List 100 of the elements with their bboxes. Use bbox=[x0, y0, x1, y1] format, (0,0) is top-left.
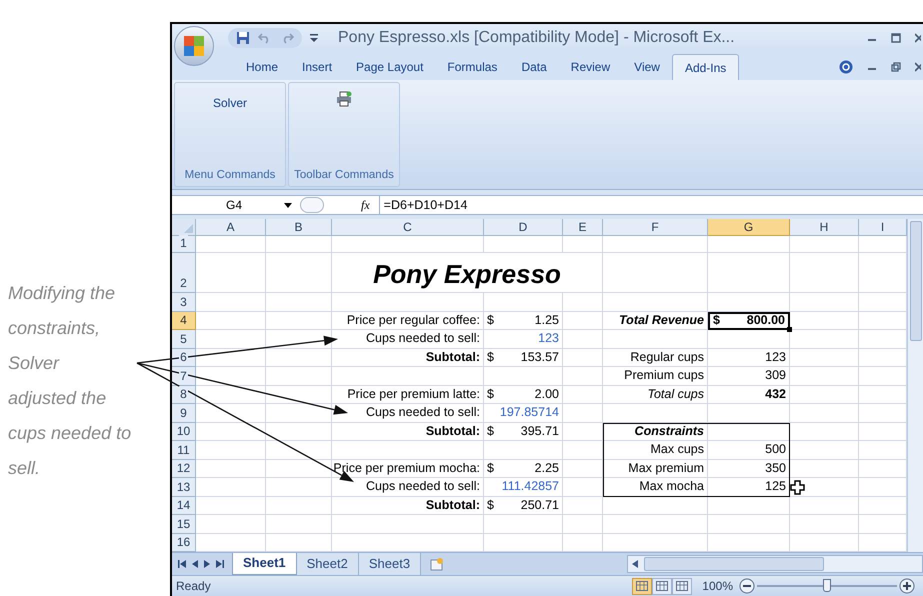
sheet-cell[interactable]: Pony Expresso bbox=[332, 253, 603, 293]
sheet-cell[interactable] bbox=[196, 441, 266, 460]
sheet-cell[interactable] bbox=[196, 404, 266, 422]
customize-dropdown-icon[interactable] bbox=[310, 33, 318, 43]
horizontal-scrollbar[interactable] bbox=[627, 555, 923, 573]
ribbon-tab[interactable]: Page Layout bbox=[344, 54, 436, 80]
sheet-cell[interactable] bbox=[790, 236, 859, 253]
sheet-cell[interactable] bbox=[484, 293, 563, 312]
restore-icon[interactable] bbox=[891, 62, 901, 72]
sheet-cell[interactable] bbox=[790, 386, 859, 404]
sheet-cell[interactable]: $ 395.71 bbox=[484, 422, 563, 441]
ribbon-tab[interactable]: Review bbox=[558, 54, 622, 80]
sheet-cell[interactable] bbox=[484, 367, 563, 386]
sheet-cell[interactable]: $ 800.00 bbox=[708, 312, 790, 330]
row-header[interactable]: 8 bbox=[172, 386, 196, 404]
sheet-cell[interactable] bbox=[332, 515, 484, 534]
sheet-cell[interactable] bbox=[603, 253, 708, 293]
row-header[interactable]: 2 bbox=[172, 253, 196, 293]
sheet-cell[interactable]: 432 bbox=[708, 386, 790, 404]
sheet-cell[interactable] bbox=[708, 496, 790, 515]
maximize-icon[interactable] bbox=[891, 33, 901, 43]
sheet-cell[interactable] bbox=[708, 253, 790, 293]
sheet-cell[interactable] bbox=[563, 404, 603, 422]
row-header[interactable]: 5 bbox=[172, 330, 196, 348]
sheet-cell[interactable] bbox=[266, 460, 332, 478]
printer-icon[interactable] bbox=[336, 91, 352, 107]
sheet-cell[interactable] bbox=[266, 441, 332, 460]
sheet-cell[interactable] bbox=[563, 293, 603, 312]
row-header[interactable]: 7 bbox=[172, 367, 196, 386]
sheet-cell[interactable] bbox=[563, 386, 603, 404]
ribbon-tab[interactable]: Add-Ins bbox=[672, 54, 740, 80]
sheet-cell[interactable] bbox=[563, 496, 603, 515]
column-header[interactable]: C bbox=[332, 219, 484, 236]
sheet-cell[interactable] bbox=[563, 330, 603, 348]
sheet-tab[interactable]: Sheet2 bbox=[296, 552, 359, 574]
sheet-cell[interactable] bbox=[708, 404, 790, 422]
sheet-cell[interactable]: $ 2.00 bbox=[484, 386, 563, 404]
sheet-cell[interactable] bbox=[708, 515, 790, 534]
sheet-cell[interactable]: $ 250.71 bbox=[484, 496, 563, 515]
zoom-in-icon[interactable] bbox=[899, 578, 915, 594]
sheet-cell[interactable] bbox=[484, 236, 563, 253]
sheet-cell[interactable] bbox=[266, 496, 332, 515]
column-header[interactable]: H bbox=[790, 219, 859, 236]
select-all-icon[interactable] bbox=[184, 224, 193, 233]
row-header[interactable]: 4 bbox=[172, 312, 196, 330]
scroll-left-icon[interactable] bbox=[632, 560, 638, 568]
sheet-cell[interactable] bbox=[196, 367, 266, 386]
sheet-tab[interactable]: Sheet1 bbox=[232, 552, 297, 574]
sheet-cell[interactable] bbox=[266, 478, 332, 496]
sheet-cell[interactable] bbox=[603, 404, 708, 422]
sheet-cell[interactable] bbox=[563, 312, 603, 330]
column-header[interactable]: D bbox=[484, 219, 563, 236]
sheet-cell[interactable] bbox=[266, 348, 332, 367]
solver-button[interactable]: Solver bbox=[208, 94, 251, 112]
row-header[interactable]: 1 bbox=[172, 236, 196, 253]
sheet-cell[interactable] bbox=[266, 312, 332, 330]
ribbon-tab[interactable]: Insert bbox=[290, 54, 344, 80]
sheet-cell[interactable] bbox=[790, 348, 859, 367]
sheet-cell[interactable] bbox=[790, 253, 859, 293]
row-header[interactable]: 14 bbox=[172, 496, 196, 515]
circle-button-icon[interactable] bbox=[300, 197, 324, 213]
name-box[interactable]: G4 bbox=[172, 196, 284, 214]
close-icon[interactable] bbox=[915, 62, 921, 72]
sheet-cell[interactable] bbox=[790, 496, 859, 515]
sheet-cell[interactable]: Cups needed to sell: bbox=[332, 330, 484, 348]
sheet-cell[interactable] bbox=[196, 386, 266, 404]
view-button[interactable] bbox=[672, 578, 692, 594]
sheet-cell[interactable]: 197.85714 bbox=[484, 404, 563, 422]
row-header[interactable]: 3 bbox=[172, 293, 196, 312]
sheet-cell[interactable] bbox=[790, 312, 859, 330]
sheet-cell[interactable]: Constraints bbox=[603, 422, 708, 441]
sheet-cell[interactable] bbox=[708, 330, 790, 348]
sheet-cell[interactable] bbox=[266, 253, 332, 293]
sheet-cell[interactable] bbox=[790, 441, 859, 460]
vertical-scrollbar[interactable] bbox=[907, 219, 923, 552]
sheet-cell[interactable] bbox=[196, 293, 266, 312]
sheet-cell[interactable] bbox=[266, 404, 332, 422]
sheet-cell[interactable] bbox=[266, 367, 332, 386]
sheet-cell[interactable] bbox=[332, 236, 484, 253]
sheet-cell[interactable] bbox=[563, 348, 603, 367]
sheet-cell[interactable] bbox=[332, 441, 484, 460]
sheet-cell[interactable] bbox=[196, 236, 266, 253]
sheet-cell[interactable] bbox=[563, 441, 603, 460]
sheet-cell[interactable] bbox=[603, 330, 708, 348]
sheet-cell[interactable]: $ 153.57 bbox=[484, 348, 563, 367]
sheet-cell[interactable] bbox=[266, 236, 332, 253]
sheet-cell[interactable] bbox=[196, 515, 266, 534]
sheet-cell[interactable] bbox=[790, 422, 859, 441]
sheet-cell[interactable] bbox=[484, 441, 563, 460]
column-header[interactable]: I bbox=[859, 219, 907, 236]
office-button[interactable] bbox=[174, 26, 214, 66]
view-button[interactable] bbox=[652, 578, 672, 594]
sheet-cell[interactable] bbox=[266, 515, 332, 534]
sheet-cell[interactable] bbox=[708, 236, 790, 253]
zoom-slider-thumb[interactable] bbox=[823, 579, 831, 592]
view-button[interactable] bbox=[632, 578, 652, 594]
close-icon[interactable] bbox=[915, 33, 921, 43]
row-header[interactable]: 13 bbox=[172, 478, 196, 496]
ribbon-tab[interactable]: Data bbox=[509, 54, 559, 80]
sheet-cell[interactable]: Subtotal: bbox=[332, 496, 484, 515]
